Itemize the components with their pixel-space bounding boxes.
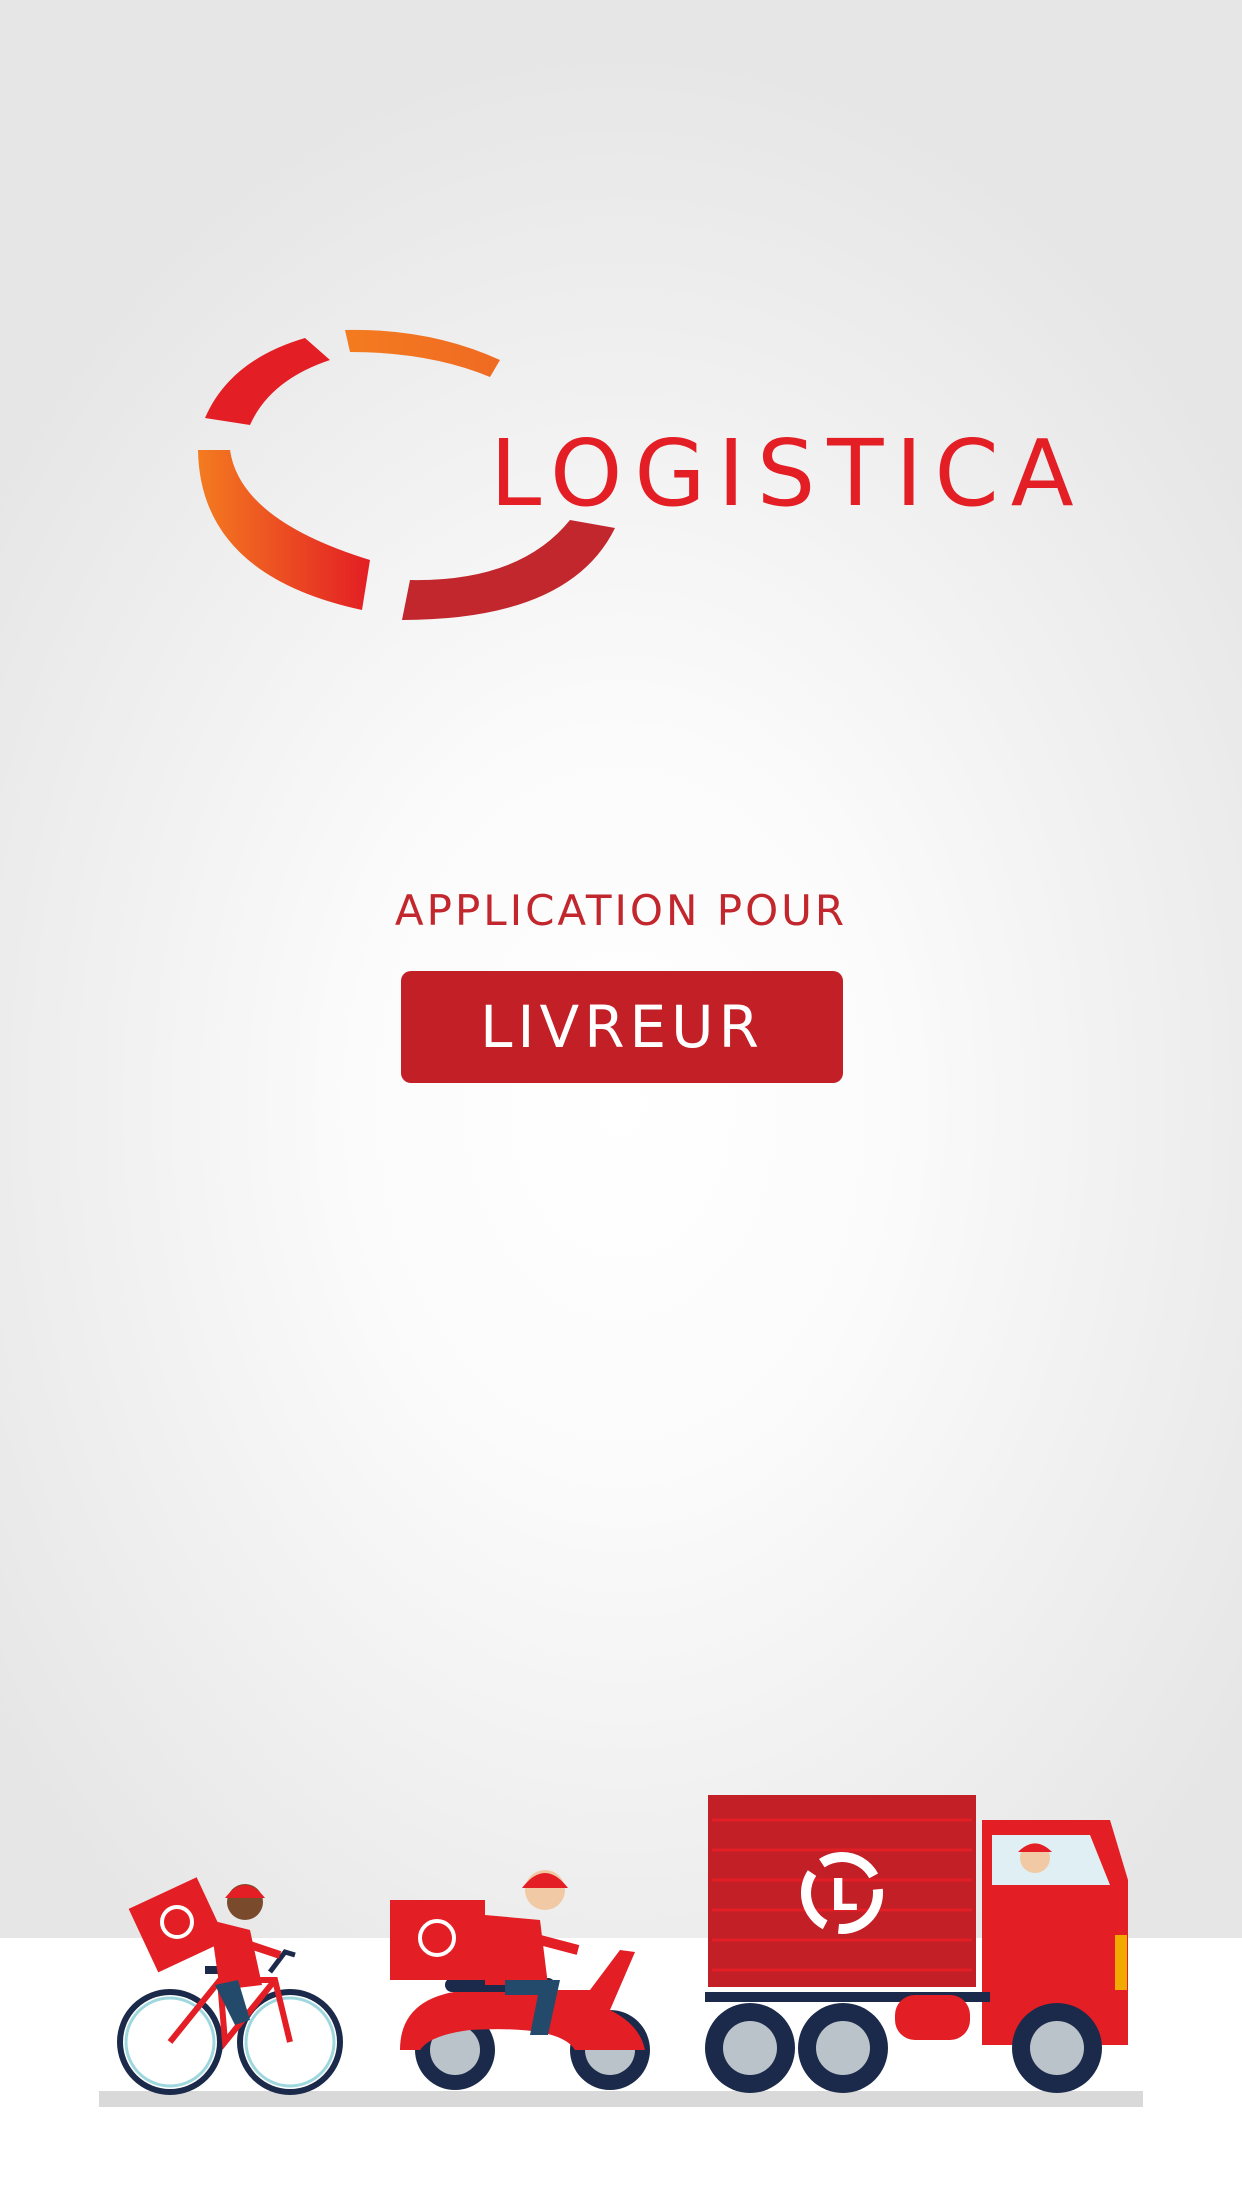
scooter-courier-icon	[390, 1870, 650, 2090]
logo-wordmark: LOGISTICA	[490, 420, 1086, 527]
bicycle-courier-icon	[117, 1877, 343, 2095]
app-logo: LOGISTICA	[190, 320, 1074, 640]
delivery-illustration: L	[117, 1795, 1128, 2095]
delivery-truck-icon: L	[705, 1795, 1128, 2093]
tagline-text: APPLICATION POUR	[394, 886, 848, 935]
role-badge: LIVREUR	[401, 971, 843, 1083]
svg-text:L: L	[830, 1870, 858, 1921]
